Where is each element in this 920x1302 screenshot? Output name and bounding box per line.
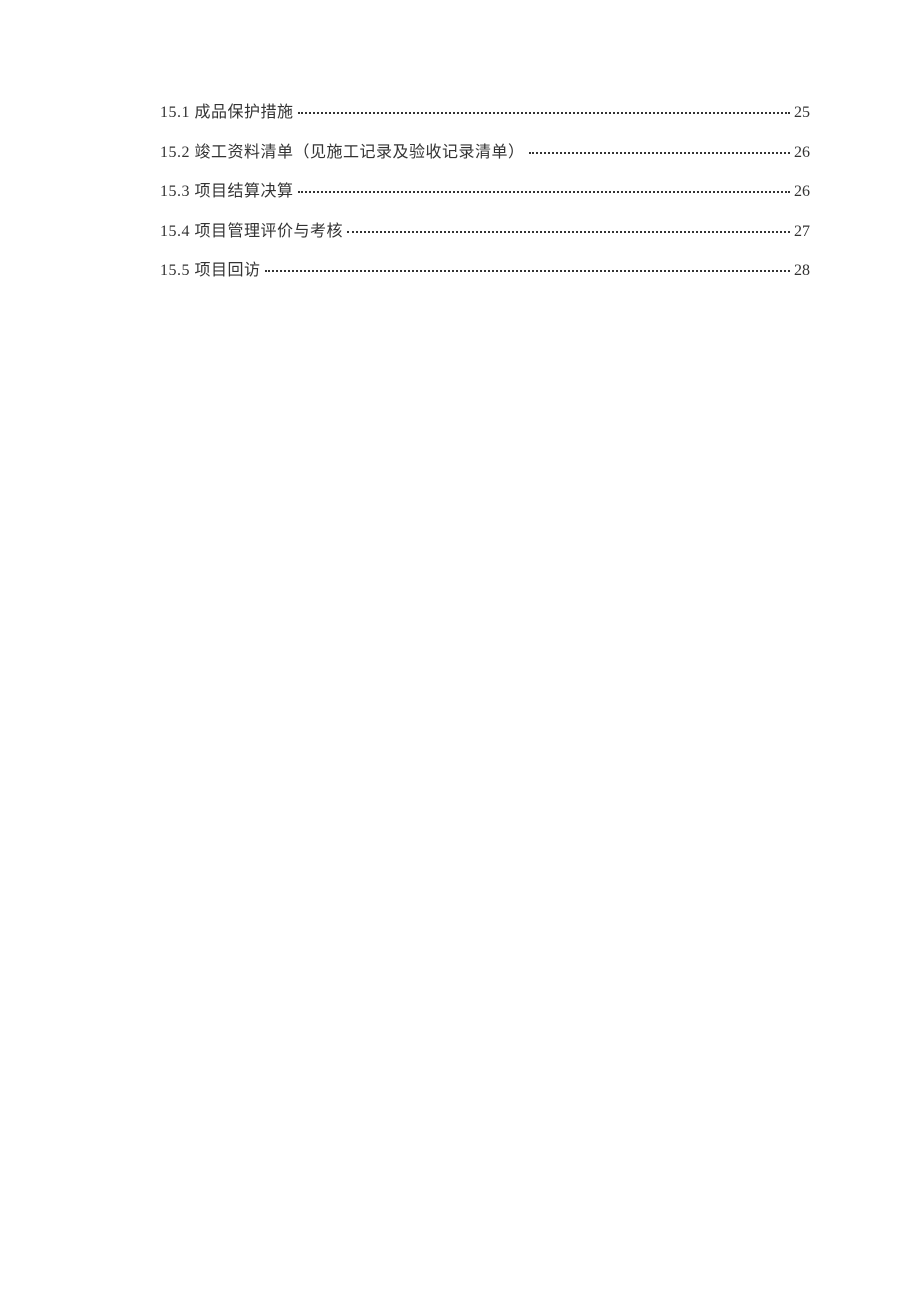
toc-entry-page: 25 [794, 100, 810, 126]
toc-entry-page: 26 [794, 179, 810, 205]
toc-entry: 15.2 竣工资料清单（见施工记录及验收记录清单） 26 [160, 140, 810, 166]
toc-entry: 15.3 项目结算决算 26 [160, 179, 810, 205]
toc-entry-page: 28 [794, 258, 810, 284]
toc-entry: 15.1 成品保护措施 25 [160, 100, 810, 126]
toc-dot-leader [529, 152, 790, 154]
toc-entry-label: 15.1 成品保护措施 [160, 100, 294, 126]
toc-entry-label: 15.2 竣工资料清单（见施工记录及验收记录清单） [160, 140, 525, 166]
document-page: 15.1 成品保护措施 25 15.2 竣工资料清单（见施工记录及验收记录清单）… [0, 0, 920, 284]
toc-dot-leader [298, 191, 790, 193]
toc-entry-label: 15.5 项目回访 [160, 258, 261, 284]
toc-entry-page: 27 [794, 219, 810, 245]
toc-dot-leader [265, 270, 790, 272]
toc-dot-leader [298, 112, 790, 114]
toc-entry: 15.5 项目回访 28 [160, 258, 810, 284]
toc-entry: 15.4 项目管理评价与考核 27 [160, 219, 810, 245]
toc-entry-label: 15.3 项目结算决算 [160, 179, 294, 205]
toc-dot-leader [347, 231, 790, 233]
toc-entry-label: 15.4 项目管理评价与考核 [160, 219, 343, 245]
toc-entry-page: 26 [794, 140, 810, 166]
